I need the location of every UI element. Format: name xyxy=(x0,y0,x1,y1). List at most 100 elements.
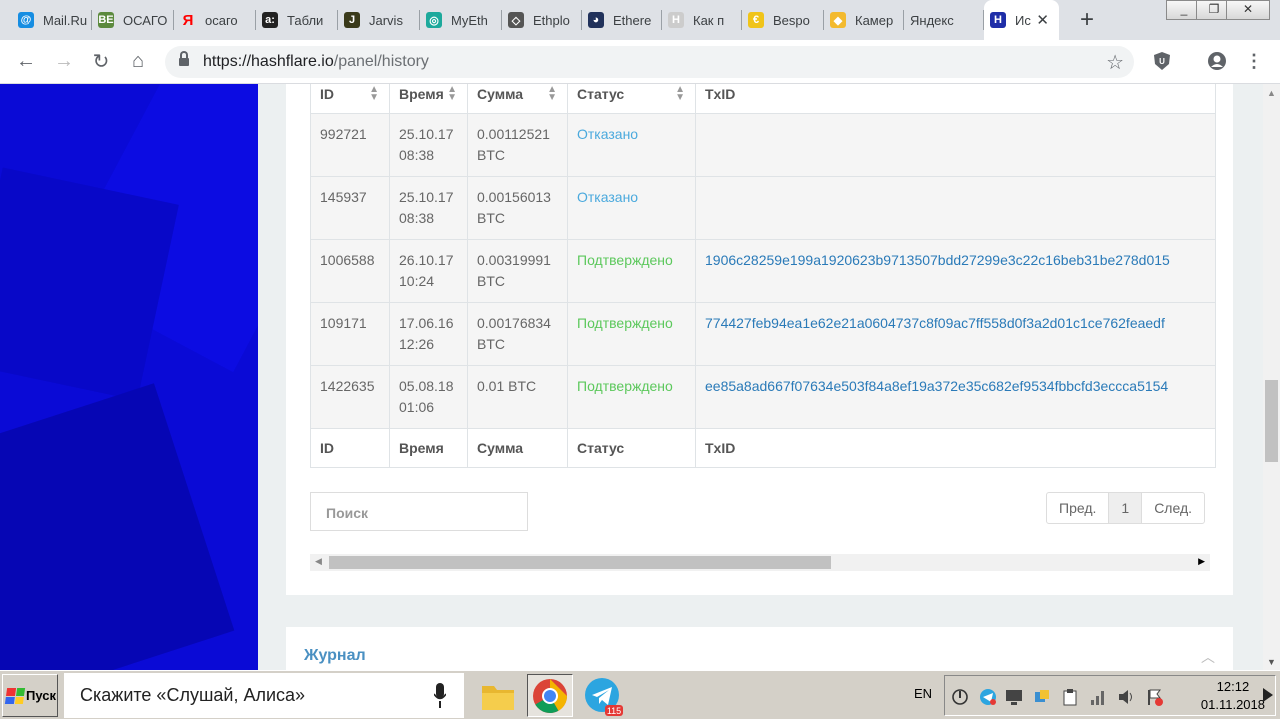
tab-label: Ethplo xyxy=(533,12,570,28)
column-header-1[interactable]: ID ▲ ▼ xyxy=(310,84,390,114)
alice-prompt: Скажите «Слушай, Алиса» xyxy=(80,685,306,705)
scroll-down-arrow-icon[interactable]: ▼ xyxy=(1267,657,1276,667)
tab-2[interactable]: ВЕ ОСАГО xyxy=(92,0,174,40)
tab-3[interactable]: Яосаго xyxy=(174,0,256,40)
monitor-icon[interactable] xyxy=(1005,688,1023,706)
telegram-tray-icon[interactable] xyxy=(979,688,997,706)
sort-icon[interactable]: ▲ ▼ xyxy=(369,85,379,103)
network-icon[interactable] xyxy=(1033,688,1051,706)
tab-10[interactable]: € Bespo xyxy=(742,0,824,40)
address-bar[interactable]: https://hashflare.io/panel/history ☆ xyxy=(165,46,1134,78)
close-window-button[interactable]: ✕ xyxy=(1226,0,1270,20)
tab-1[interactable]: @ Mail.Ru xyxy=(12,0,92,40)
status-cell: Отказано xyxy=(567,113,696,177)
alice-search-box[interactable]: Скажите «Слушай, Алиса» xyxy=(64,673,464,718)
clock-date: 01.11.2018 xyxy=(1200,697,1265,712)
tab-13[interactable]: H Ис ✕ xyxy=(984,0,1059,40)
tab-label: Яндекс xyxy=(910,12,954,28)
system-tray: 12:12 01.11.2018 xyxy=(944,675,1276,716)
horizontal-scroll-thumb[interactable] xyxy=(329,556,831,569)
chrome-taskbar-button[interactable] xyxy=(527,674,573,717)
amount-cell: 0.01 BTC xyxy=(467,365,568,429)
svg-text:U: U xyxy=(1159,57,1165,66)
tab-label: Ethere xyxy=(613,12,652,28)
tab-5[interactable]: J Jarvis xyxy=(338,0,420,40)
scroll-left-arrow-icon[interactable]: ◀ xyxy=(315,556,322,567)
id-cell: 1006588 xyxy=(310,239,390,303)
signal-bars-icon[interactable] xyxy=(1089,688,1107,706)
language-indicator[interactable]: EN xyxy=(914,686,932,701)
amount-cell: 0.00319991 BTC xyxy=(467,239,568,303)
status-cell: Подтверждено xyxy=(567,302,696,366)
tab-label: Bespo xyxy=(773,12,810,28)
journal-card: Журнал ︿ xyxy=(286,627,1233,670)
tab-6[interactable]: ◎ MyEth xyxy=(420,0,502,40)
tab-8[interactable]: ◕ Ethere xyxy=(582,0,662,40)
account-icon[interactable] xyxy=(1206,50,1228,72)
table-row: 145937 25.10.17 08:38 0.00156013 BTC Отказано xyxy=(310,176,1216,240)
tab-7[interactable]: ◇ Ethplo xyxy=(502,0,582,40)
telegram-taskbar-button[interactable]: 115 xyxy=(580,674,626,717)
tab-11[interactable]: ◆ Камер xyxy=(824,0,904,40)
chevron-up-icon[interactable]: ︿ xyxy=(1201,647,1215,667)
ublock-icon[interactable]: U xyxy=(1151,50,1173,72)
show-desktop-icon[interactable] xyxy=(1259,686,1277,704)
txid-cell xyxy=(695,113,1216,177)
jarvis-icon: J xyxy=(344,12,360,28)
yandex-icon: Я xyxy=(182,11,194,29)
sort-icon[interactable]: ▲ ▼ xyxy=(675,85,685,103)
start-label: Пуск xyxy=(26,688,56,703)
forward-arrow-icon[interactable]: → xyxy=(51,48,77,74)
tab-label: Mail.Ru xyxy=(43,12,88,28)
history-card: ID ▲ ▼ Время ▲ ▼ Сумма ▲ ▼ Статус ▲ ▼ TxID 992721 25.… xyxy=(286,84,1233,595)
search-input[interactable]: Поиск xyxy=(310,492,528,531)
next-page-button[interactable]: След. xyxy=(1142,493,1204,523)
status-cell: Подтверждено xyxy=(567,365,696,429)
table-row: 1006588 26.10.17 10:24 0.00319991 BTC Подтвер… xyxy=(310,239,1216,303)
sort-icon[interactable]: ▲ ▼ xyxy=(447,85,457,103)
clipboard-icon[interactable] xyxy=(1061,688,1079,706)
tab-9[interactable]: H Как п xyxy=(662,0,742,40)
tab-12[interactable]: Яндекс xyxy=(904,0,984,40)
vertical-scroll-thumb[interactable] xyxy=(1265,380,1278,462)
column-header-5[interactable]: TxID xyxy=(695,84,1216,114)
txid-cell[interactable]: 1906c28259e199a1920623b9713507bdd27299e3… xyxy=(695,239,1216,303)
reload-icon[interactable]: ↻ xyxy=(88,48,114,74)
home-icon[interactable]: ⌂ xyxy=(125,48,151,74)
menu-dots-icon[interactable]: ⋮ xyxy=(1243,50,1265,72)
volume-icon[interactable] xyxy=(1117,688,1135,706)
column-header-2[interactable]: Время ▲ ▼ xyxy=(389,84,468,114)
start-button[interactable]: Пуск xyxy=(2,674,58,717)
telegram-badge: 115 xyxy=(607,706,621,716)
sort-icon[interactable]: ▲ ▼ xyxy=(547,85,557,103)
txid-cell[interactable]: ee85a8ad667f07634e503f84a8ef19a372e35c68… xyxy=(695,365,1216,429)
microphone-icon[interactable] xyxy=(434,683,446,709)
scroll-up-arrow-icon[interactable]: ▲ xyxy=(1267,88,1276,98)
flag-warning-icon[interactable] xyxy=(1145,688,1163,706)
amount-cell: 0.00176834 BTC xyxy=(467,302,568,366)
close-tab-icon[interactable]: ✕ xyxy=(1036,11,1049,29)
column-header-3[interactable]: Сумма ▲ ▼ xyxy=(467,84,568,114)
txid-cell[interactable]: 774427feb94ea1e62e21a0604737c8f09ac7ff55… xyxy=(695,302,1216,366)
column-header-4[interactable]: Статус ▲ ▼ xyxy=(567,84,696,114)
scroll-right-arrow-icon[interactable]: ▶ xyxy=(1198,556,1205,567)
vk-icon: ВЕ xyxy=(98,12,114,28)
clock[interactable]: 12:12 01.11.2018 xyxy=(1201,678,1265,714)
page-1-button[interactable]: 1 xyxy=(1109,493,1143,523)
power-icon[interactable] xyxy=(951,688,969,706)
table-row: 1422635 05.08.18 01:06 0.01 BTC Подтверждено… xyxy=(310,365,1216,429)
url-text[interactable]: https://hashflare.io/panel/history xyxy=(203,53,429,71)
journal-title[interactable]: Журнал xyxy=(304,647,366,665)
footer-header-1: ID xyxy=(310,428,390,468)
tab-4[interactable]: a: Табли xyxy=(256,0,338,40)
myetherwallet-icon: ◎ xyxy=(426,12,442,28)
explorer-taskbar-button[interactable] xyxy=(475,674,521,717)
bookmark-star-icon[interactable]: ☆ xyxy=(1106,50,1124,75)
prev-page-button[interactable]: Пред. xyxy=(1047,493,1110,523)
new-tab-button[interactable]: + xyxy=(1080,6,1094,34)
page-content: ID ▲ ▼ Время ▲ ▼ Сумма ▲ ▼ Статус ▲ ▼ TxID 992721 25.… xyxy=(0,84,1280,670)
horizontal-scrollbar[interactable]: ◀ ▶ xyxy=(310,554,1210,571)
back-arrow-icon[interactable]: ← xyxy=(13,48,39,74)
bespoke-icon: € xyxy=(748,12,764,28)
vertical-scrollbar[interactable]: ▲ ▼ xyxy=(1263,84,1280,670)
